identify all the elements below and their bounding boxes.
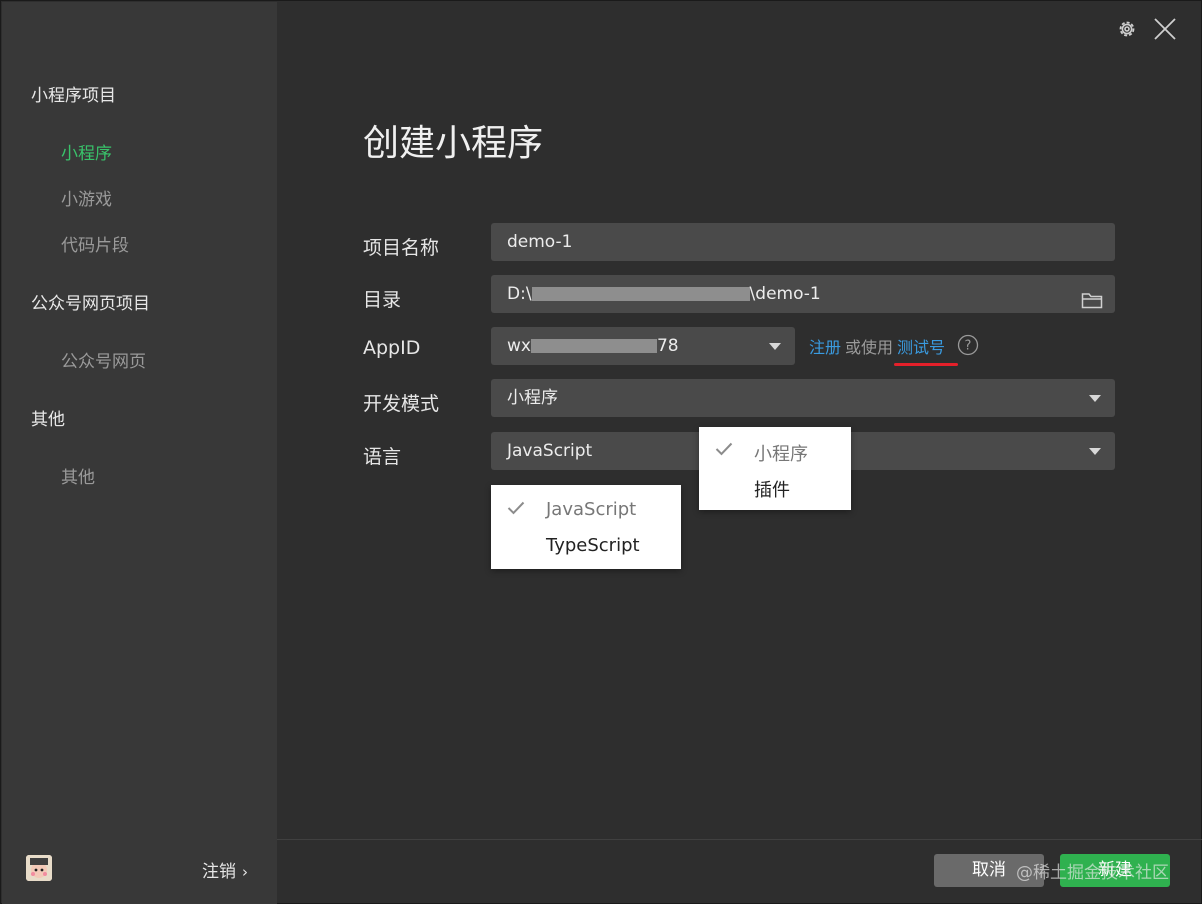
dropdown-option-miniprogram[interactable]: 小程序 <box>754 440 808 466</box>
language-value: JavaScript <box>507 441 593 461</box>
sidebar-item-official-webpage[interactable]: 公众号网页 <box>61 347 146 372</box>
help-glyph: ? <box>965 339 972 354</box>
dev-mode-select[interactable]: 小程序 <box>491 379 1115 417</box>
check-icon <box>507 500 525 519</box>
close-icon[interactable] <box>1153 17 1177 41</box>
avatar[interactable] <box>26 855 52 881</box>
dropdown-option-typescript[interactable]: TypeScript <box>546 535 640 556</box>
chevron-down-icon <box>1089 448 1101 455</box>
appid-label: AppID <box>363 337 421 359</box>
create-button[interactable]: 新建 <box>1060 854 1170 887</box>
dev-mode-label: 开发模式 <box>363 393 440 415</box>
dev-mode-dropdown: 小程序 插件 <box>699 427 851 510</box>
page-title: 创建小程序 <box>363 123 544 164</box>
sidebar: 小程序项目 小程序 小游戏 代码片段 公众号网页项目 公众号网页 其他 其他 注… <box>2 2 277 904</box>
appid-links: 注册 或使用 测试号 <box>809 334 945 358</box>
project-name-label: 项目名称 <box>363 237 440 259</box>
sidebar-item-code-snippet[interactable]: 代码片段 <box>61 231 129 256</box>
appid-value-prefix: wx <box>507 336 531 356</box>
cancel-button[interactable]: 取消 <box>934 854 1044 887</box>
check-icon <box>715 441 733 460</box>
project-name-value: demo-1 <box>507 232 573 252</box>
sidebar-item-miniprogram[interactable]: 小程序 <box>61 139 112 164</box>
gear-icon[interactable] <box>1116 18 1138 40</box>
appid-select[interactable]: wx 78 <box>491 327 795 365</box>
chevron-down-icon <box>1089 395 1101 402</box>
appid-value-suffix: 78 <box>656 336 679 356</box>
sidebar-item-other[interactable]: 其他 <box>61 463 95 488</box>
sidebar-item-minigame[interactable]: 小游戏 <box>61 185 112 210</box>
logout-button[interactable]: 注销 › <box>202 857 248 882</box>
redacted-path <box>531 287 750 301</box>
main-panel: 创建小程序 项目名称 demo-1 目录 D:\ \demo-1 AppID wx… <box>277 2 1202 904</box>
dropdown-option-plugin[interactable]: 插件 <box>754 476 790 502</box>
dropdown-option-javascript[interactable]: JavaScript <box>546 499 636 520</box>
test-account-link[interactable]: 测试号 <box>897 338 945 357</box>
logout-label: 注销 <box>202 862 236 882</box>
language-dropdown: JavaScript TypeScript <box>491 485 681 569</box>
section-title-miniprogram: 小程序项目 <box>31 86 116 106</box>
create-project-window: 小程序项目 小程序 小游戏 代码片段 公众号网页项目 公众号网页 其他 其他 注… <box>0 0 1202 904</box>
help-icon[interactable]: ? <box>957 334 979 360</box>
redacted-appid <box>530 339 657 353</box>
section-title-official-account: 公众号网页项目 <box>31 294 150 314</box>
or-use-text: 或使用 <box>845 338 894 357</box>
section-title-other: 其他 <box>31 410 65 430</box>
footer-divider <box>277 839 1202 840</box>
language-label: 语言 <box>363 446 402 468</box>
directory-value-suffix: \demo-1 <box>749 284 821 304</box>
annotation-underline <box>894 363 958 366</box>
register-link[interactable]: 注册 <box>809 338 841 357</box>
project-name-input[interactable]: demo-1 <box>491 223 1115 261</box>
directory-input[interactable]: D:\ \demo-1 <box>491 275 1115 313</box>
directory-label: 目录 <box>363 289 402 311</box>
chevron-down-icon <box>769 343 781 350</box>
folder-icon[interactable] <box>1081 285 1103 323</box>
dev-mode-value: 小程序 <box>507 388 558 408</box>
directory-value-prefix: D:\ <box>507 284 532 304</box>
chevron-right-icon: › <box>242 863 248 881</box>
